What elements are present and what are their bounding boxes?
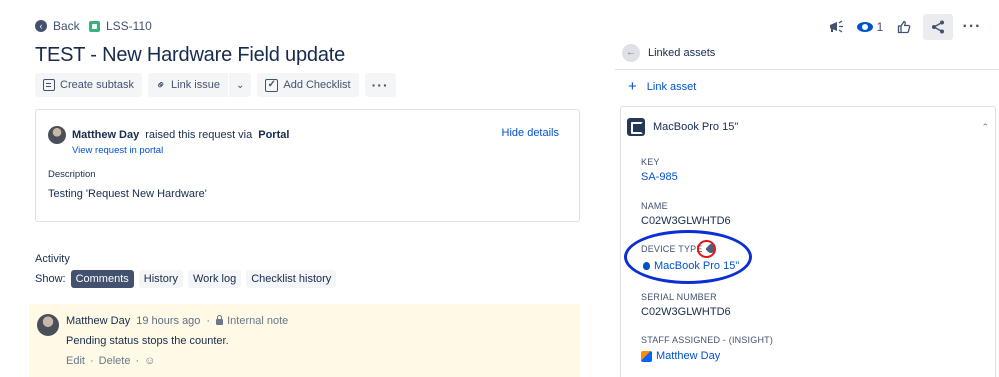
request-channel: Portal [258,129,290,141]
megaphone-icon [830,20,843,33]
share-icon [932,20,944,34]
field-label-serial: SERIAL NUMBER [641,292,717,302]
description-text: Testing 'Request New Hardware' [48,188,207,200]
toolbar-more-button[interactable]: ··· [364,73,396,97]
issue-toolbar: Create subtask ⚭ Link issue ⌄ ✓ Add Chec… [35,73,396,97]
back-arrow-icon[interactable]: ← [622,44,640,62]
link-issue-dropdown[interactable]: ⌄ [228,73,252,97]
avatar [48,126,66,144]
back-label: Back [53,19,80,33]
link-issue-split: ⚭ Link issue ⌄ [147,73,252,97]
comment-time: 19 hours ago [136,315,201,327]
issue-type-icon [89,20,100,32]
thumbs-up-icon [897,20,911,34]
field-value-serial: C02W3GLWHTD6 [641,306,731,318]
filter-history[interactable]: History [138,270,183,288]
add-checklist-button[interactable]: ✓ Add Checklist [257,73,359,97]
chevron-up-icon[interactable]: ⌃ [981,122,989,133]
comment-item: Matthew Day 19 hours ago · Internal note… [29,304,580,377]
feedback-button[interactable] [821,14,851,40]
comment-header: Matthew Day 19 hours ago · Internal note [66,315,288,327]
arrow-left-icon: ‹ [35,20,47,32]
watch-count: 1 [876,20,884,34]
eye-icon [856,22,873,32]
add-checklist-label: Add Checklist [283,79,351,91]
link-issue-label: Link issue [171,79,220,91]
asset-name: MacBook Pro 15" [653,121,739,133]
subtask-icon [43,79,55,91]
reporter-name[interactable]: Matthew Day [72,129,139,141]
back-button[interactable]: ‹ Back [35,19,80,33]
create-subtask-button[interactable]: Create subtask [35,73,142,97]
annotation-circle [697,240,716,258]
more-actions-button[interactable]: ··· [957,14,987,40]
plus-icon: + [628,78,637,95]
delete-comment-link[interactable]: Delete [99,355,131,367]
request-header: Matthew Day raised this request via Port… [48,126,289,144]
field-label-name: NAME [641,201,668,211]
request-details-panel: Matthew Day raised this request via Port… [35,109,580,222]
issue-actions: 1 ··· [821,14,987,40]
comment-author[interactable]: Matthew Day [66,315,130,327]
share-button[interactable] [923,14,953,40]
create-subtask-label: Create subtask [60,79,134,91]
show-label: Show: [35,273,66,285]
more-icon: ··· [962,18,982,35]
view-in-portal-link[interactable]: View request in portal [72,145,163,156]
field-label-staff-assigned: STAFF ASSIGNED - (INSIGHT) [641,335,774,345]
separator: · [206,315,211,327]
field-value-name: C02W3GLWHTD6 [641,215,731,227]
field-label-key: KEY [641,157,660,167]
separator: · [89,355,94,367]
issue-key: LSS-110 [106,19,152,33]
filter-comments[interactable]: Comments [70,270,134,288]
raised-text: raised this request via [145,129,253,141]
separator: · [135,355,140,367]
field-value-staff-assigned[interactable]: Matthew Day [641,350,720,362]
comment-actions: Edit · Delete · ☺ [66,355,155,367]
edit-comment-link[interactable]: Edit [66,355,85,367]
description-label: Description [48,169,96,180]
issue-key-breadcrumb[interactable]: LSS-110 [89,19,152,33]
internal-note-badge: Internal note [216,315,288,327]
linked-assets-header: ← Linked assets [622,44,715,62]
divider [615,69,999,70]
link-issue-button[interactable]: ⚭ Link issue [147,73,228,97]
activity-filter-row: Show: Comments History Work log Checklis… [35,270,337,288]
linked-assets-title: Linked assets [648,47,716,59]
emoji-reaction-icon[interactable]: ☺ [144,355,155,367]
hide-details-link[interactable]: Hide details [502,127,559,139]
link-icon: ⚭ [152,76,170,94]
annotation-ellipse [624,230,752,284]
user-avatar-icon [641,350,652,362]
watch-button[interactable]: 1 [855,14,885,40]
staff-assigned-value: Matthew Day [656,350,721,362]
vote-button[interactable] [889,14,919,40]
checkbox-icon: ✓ [265,78,279,92]
activity-heading: Activity [35,253,70,265]
link-asset-button[interactable]: + Link asset [628,78,697,95]
avatar [37,314,59,336]
more-icon: ··· [371,77,389,93]
link-asset-label: Link asset [646,81,697,93]
issue-title[interactable]: TEST - New Hardware Field update [35,44,345,67]
filter-checklist-history[interactable]: Checklist history [246,270,337,288]
insight-object-icon [627,118,645,136]
field-value-key[interactable]: SA-985 [641,171,678,183]
internal-note-label: Internal note [227,315,289,327]
asset-card-header[interactable]: MacBook Pro 15" ⌃ [627,113,989,141]
filter-work-log[interactable]: Work log [188,270,242,288]
comment-body: Pending status stops the counter. [66,335,229,347]
lock-icon [216,315,224,325]
chevron-down-icon: ⌄ [235,79,245,91]
